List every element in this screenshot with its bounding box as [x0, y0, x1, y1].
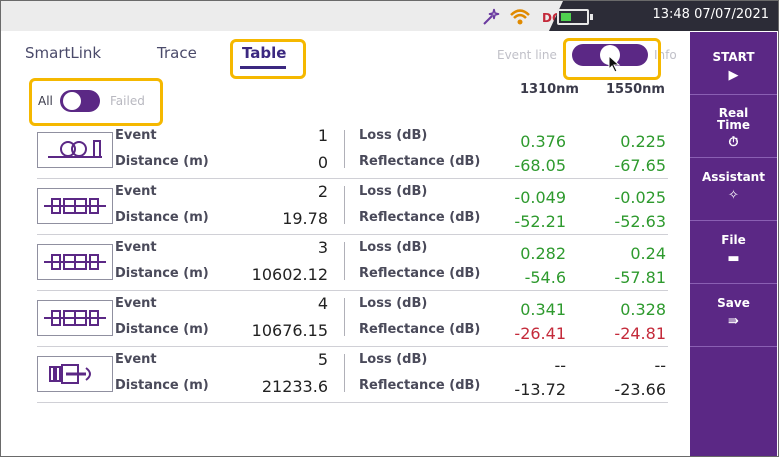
reflectance-1310: -68.05 — [514, 156, 566, 175]
event-number: 1 — [317, 126, 328, 145]
loss-label: Loss (dB) — [359, 296, 428, 311]
reflectance-label: Reflectance (dB) — [359, 266, 481, 281]
start-button[interactable]: START ▶ — [690, 32, 777, 95]
divider — [344, 298, 345, 336]
reflectance-1310: -52.21 — [514, 212, 566, 231]
event-distance: 21233.6 — [261, 377, 328, 396]
distance-label: Distance (m) — [115, 266, 209, 281]
battery-icon — [557, 9, 593, 25]
file-label: File — [721, 233, 746, 247]
save-label: Save — [717, 296, 750, 310]
reflectance-1550: -23.66 — [614, 380, 666, 399]
reflectance-1550: -24.81 — [614, 324, 666, 343]
wand-status-icon — [483, 8, 500, 25]
loss-1550: 0.225 — [620, 132, 666, 151]
folder-icon: ▬ — [727, 251, 740, 266]
event-label: Event — [115, 128, 157, 143]
table-row[interactable]: Event Distance (m) 5 21233.6 Loss (dB) R… — [37, 346, 668, 403]
divider — [344, 242, 345, 280]
loss-1550: 0.24 — [630, 244, 666, 263]
tab-trace[interactable]: Trace — [157, 44, 197, 62]
divider — [344, 130, 345, 168]
event-distance: 0 — [317, 153, 328, 172]
event-label: Event — [115, 296, 157, 311]
loss-label: Loss (dB) — [359, 240, 428, 255]
event-label: Event — [115, 240, 157, 255]
wifi-icon — [510, 9, 530, 25]
action-sidebar: START ▶ Real Time ⏱ Assistant ✧ File ▬ S… — [690, 32, 777, 456]
loss-1310: -0.049 — [514, 188, 566, 207]
reflectance-1550: -67.65 — [614, 156, 666, 175]
reflectance-label: Reflectance (dB) — [359, 378, 481, 393]
reflectance-label: Reflectance (dB) — [359, 322, 481, 337]
datetime: 13:48 07/07/2021 — [652, 7, 769, 22]
event-line-label: Event line — [497, 48, 557, 62]
reflectance-1310: -54.6 — [524, 268, 566, 287]
highlight-filter-toggle — [29, 78, 163, 126]
save-icon: ⇛ — [728, 314, 739, 329]
tab-smartlink[interactable]: SmartLink — [25, 44, 101, 62]
splice-connector-icon — [37, 300, 113, 336]
loss-1310: 0.282 — [520, 244, 566, 263]
event-label: Event — [115, 352, 157, 367]
assistant-label: Assistant — [702, 170, 765, 184]
timer-icon: ⏱ — [728, 135, 739, 150]
file-button[interactable]: File ▬ — [690, 221, 777, 284]
loss-1310: 0.376 — [520, 132, 566, 151]
splice-connector-icon — [37, 188, 113, 224]
splice-connector-icon — [37, 244, 113, 280]
highlight-view-toggle — [563, 38, 661, 80]
status-bar: DC 13:48 07/07/2021 — [1, 1, 778, 31]
real-time-label: Real Time — [717, 106, 750, 132]
table-row[interactable]: Event Distance (m) 3 10602.12 Loss (dB) … — [37, 234, 668, 291]
loss-1310: -- — [554, 356, 566, 375]
event-label: Event — [115, 184, 157, 199]
distance-label: Distance (m) — [115, 378, 209, 393]
event-distance: 19.78 — [282, 209, 328, 228]
loss-label: Loss (dB) — [359, 128, 428, 143]
divider — [344, 186, 345, 224]
column-header-1550: 1550nm — [606, 82, 665, 97]
reflectance-1550: -52.63 — [614, 212, 666, 231]
assistant-button[interactable]: Assistant ✧ — [690, 158, 777, 221]
event-number: 5 — [317, 350, 328, 369]
distance-label: Distance (m) — [115, 210, 209, 225]
loss-1550: 0.328 — [620, 300, 666, 319]
reflectance-1310: -13.72 — [514, 380, 566, 399]
event-number: 4 — [317, 294, 328, 313]
event-distance: 10676.15 — [251, 321, 328, 340]
save-button[interactable]: Save ⇛ — [690, 284, 777, 347]
loss-label: Loss (dB) — [359, 184, 428, 199]
distance-label: Distance (m) — [115, 322, 209, 337]
start-label: START — [712, 50, 755, 64]
play-icon: ▶ — [728, 68, 739, 83]
event-number: 3 — [317, 238, 328, 257]
wand-icon: ✧ — [728, 188, 739, 203]
distance-label: Distance (m) — [115, 154, 209, 169]
table-row[interactable]: Event Distance (m) 2 19.78 Loss (dB) Ref… — [37, 178, 668, 235]
event-distance: 10602.12 — [251, 265, 328, 284]
loss-1550: -- — [654, 356, 666, 375]
event-number: 2 — [317, 182, 328, 201]
loss-1550: -0.025 — [614, 188, 666, 207]
connector-ring-icon — [37, 132, 113, 168]
highlight-table-tab — [230, 39, 306, 79]
reflectance-label: Reflectance (dB) — [359, 154, 481, 169]
reflectance-1310: -26.41 — [514, 324, 566, 343]
table-row[interactable]: Event Distance (m) 1 0 Loss (dB) Reflect… — [37, 122, 668, 179]
loss-1310: 0.341 — [520, 300, 566, 319]
column-header-1310: 1310nm — [520, 82, 579, 97]
table-row[interactable]: Event Distance (m) 4 10676.15 Loss (dB) … — [37, 290, 668, 347]
divider — [344, 354, 345, 392]
real-time-button[interactable]: Real Time ⏱ — [690, 95, 777, 158]
fiber-end-icon — [37, 356, 113, 392]
reflectance-1550: -57.81 — [614, 268, 666, 287]
reflectance-label: Reflectance (dB) — [359, 210, 481, 225]
loss-label: Loss (dB) — [359, 352, 428, 367]
